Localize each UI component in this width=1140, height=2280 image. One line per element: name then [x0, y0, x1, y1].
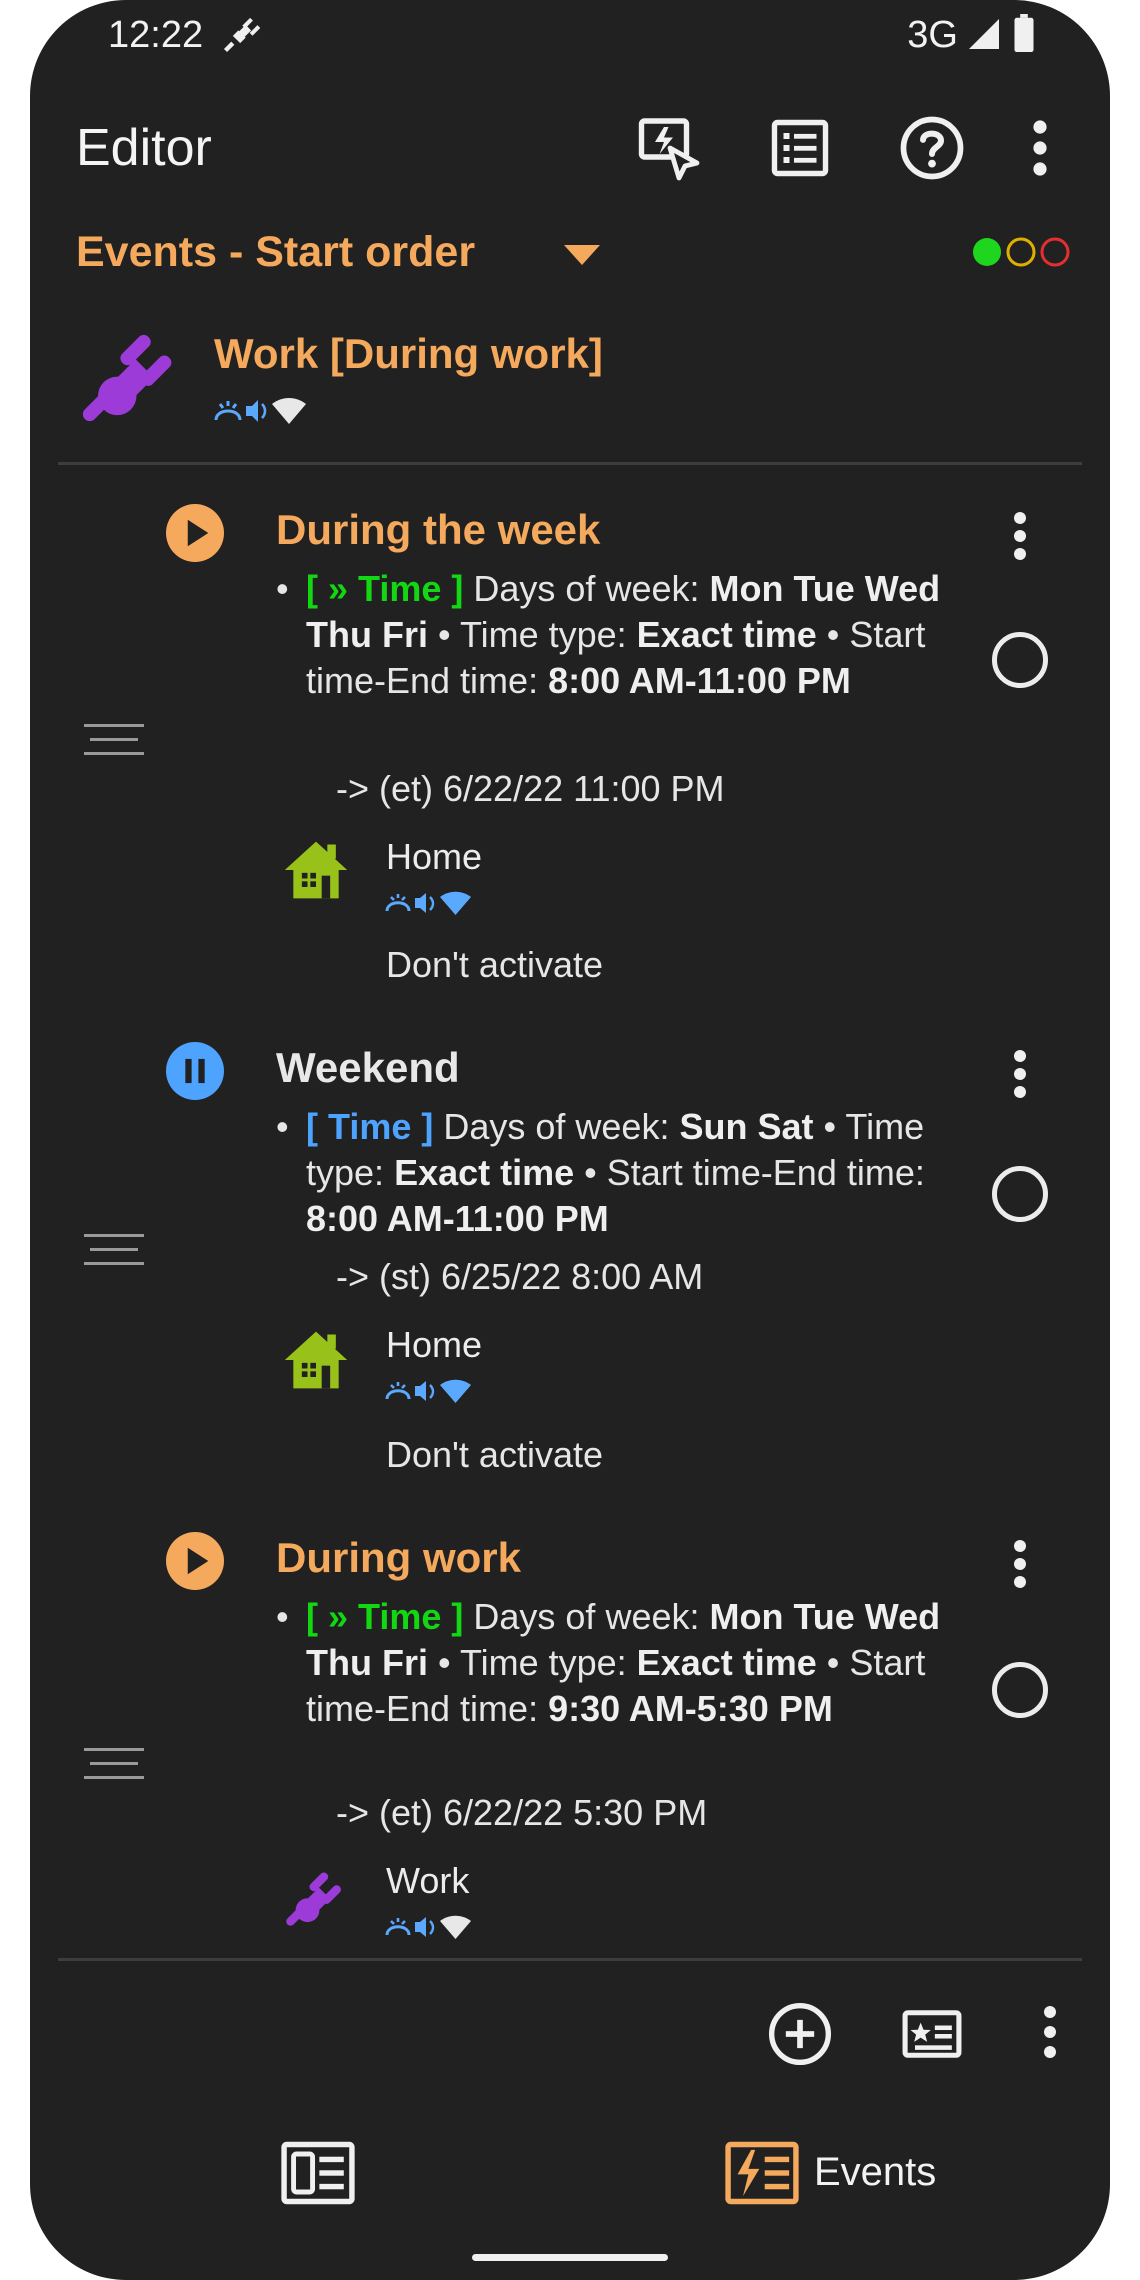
status-bar: 12:22 3G [30, 0, 1110, 70]
plug-icon [286, 1872, 341, 1926]
chevron-down-icon[interactable] [562, 240, 602, 270]
event-name: During work [276, 1534, 522, 1581]
event-profile-name: Home [386, 836, 483, 877]
sensor-tag: [ » Time ] [306, 1596, 464, 1637]
event-select-radio[interactable] [992, 1166, 1048, 1222]
next-trigger-time: -> (st) 6/25/22 8:00 AM [336, 1256, 704, 1297]
wifi-icon [272, 398, 306, 424]
plug-icon [223, 17, 261, 53]
gesture-handle[interactable] [472, 2254, 668, 2261]
events-icon[interactable] [724, 2140, 800, 2206]
event-conditions: • [ » Time ] Days of week: Mon Tue Wed T… [276, 568, 941, 701]
pause-status-icon[interactable] [166, 1042, 224, 1100]
traffic-light-indicator[interactable] [954, 234, 1094, 270]
list-icon[interactable] [764, 112, 836, 184]
run-app-icon[interactable] [634, 112, 706, 184]
header-divider [58, 462, 1082, 465]
profile-mini-icons [385, 1379, 471, 1403]
profiles-icon[interactable] [280, 2140, 356, 2206]
play-status-icon[interactable] [166, 504, 224, 562]
bottom-navigation: Events [30, 2130, 1110, 2220]
drag-handle-icon[interactable] [84, 1744, 144, 1784]
house-icon [284, 1331, 348, 1389]
more-vert-icon[interactable] [1022, 112, 1058, 184]
event-profile-note: Don't activate [386, 1434, 603, 1475]
house-icon [284, 841, 348, 899]
add-circle-icon[interactable] [766, 2000, 834, 2068]
phone-screen: 12:22 3G Editor Events - Start order Wor… [30, 0, 1110, 2280]
status-time: 12:22 [108, 14, 204, 56]
vibrate-icon [214, 401, 242, 421]
activated-profile-name: Work [During work] [214, 330, 603, 377]
app-toolbar: Editor [30, 100, 1110, 200]
event-order-dropdown[interactable]: Events - Start order [76, 228, 475, 277]
volume-icon [246, 400, 267, 422]
network-type: 3G [907, 14, 958, 56]
sensor-tag: [ » Time ] [306, 568, 464, 609]
list-divider [58, 1958, 1082, 1961]
plug-icon [82, 334, 172, 422]
help-icon[interactable] [896, 112, 968, 184]
drag-handle-icon[interactable] [84, 720, 144, 760]
sensor-tag: [ Time ] [306, 1106, 434, 1147]
more-vert-icon[interactable] [1008, 1046, 1032, 1102]
bottom-action-bar [30, 1996, 1110, 2076]
signal-icon [969, 19, 999, 49]
next-trigger-time: -> (et) 6/22/22 5:30 PM [336, 1792, 708, 1833]
event-profile-note: Don't activate [386, 944, 603, 985]
event-conditions: • [ Time ] Days of week: Sun Sat • Time … [276, 1106, 925, 1239]
more-vert-icon[interactable] [1008, 1536, 1032, 1592]
more-vert-icon[interactable] [1008, 508, 1032, 564]
profile-mini-icons [385, 891, 471, 915]
page-title: Editor [76, 119, 212, 177]
event-profile-name: Work [386, 1860, 470, 1901]
events-tab-label[interactable]: Events [814, 2150, 936, 2195]
next-trigger-time: -> (et) 6/22/22 11:00 PM [336, 768, 725, 809]
more-vert-icon[interactable] [1038, 2002, 1062, 2062]
event-profile-name: Home [386, 1324, 483, 1365]
event-select-radio[interactable] [992, 1662, 1048, 1718]
play-status-icon[interactable] [166, 1532, 224, 1590]
battery-icon [1014, 14, 1034, 52]
drag-handle-icon[interactable] [84, 1230, 144, 1270]
profile-mini-icons [214, 398, 306, 424]
event-conditions: • [ » Time ] Days of week: Mon Tue Wed T… [276, 1596, 941, 1729]
event-select-radio[interactable] [992, 632, 1048, 688]
event-name: During the week [276, 506, 601, 553]
preferences-card-icon[interactable] [898, 2000, 966, 2068]
event-name: Weekend [276, 1044, 460, 1091]
profile-mini-icons [385, 1915, 471, 1939]
